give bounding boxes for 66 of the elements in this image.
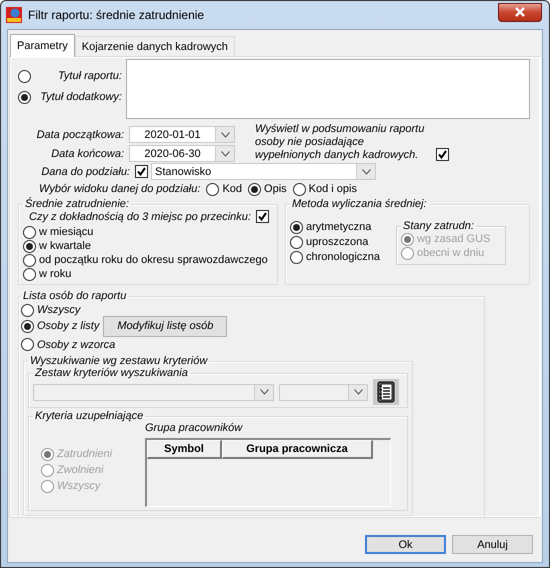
group-title: Metoda wyliczania średniej: (291, 198, 428, 210)
notepad-icon (377, 381, 395, 403)
checkbox[interactable] (135, 165, 148, 178)
radio-label[interactable]: Tytuł dodatkowy: (40, 90, 122, 104)
radio-label[interactable]: uproszczona (306, 235, 368, 249)
checkbox[interactable] (436, 148, 449, 161)
radio-label[interactable]: Kod i opis (308, 182, 357, 196)
caret-icon (220, 132, 230, 138)
field-label: Data końcowa: (50, 148, 124, 160)
radio-button[interactable] (206, 182, 220, 196)
radio-button[interactable] (23, 226, 36, 238)
modify-list-button[interactable]: Modyfikuj listę osób (103, 316, 228, 336)
radio-label[interactable]: Osoby z listy (37, 319, 100, 333)
date-field[interactable]: 2020-01-01 (129, 126, 235, 143)
close-button[interactable] (498, 2, 542, 22)
radio-label[interactable]: w kwartale (39, 239, 91, 253)
radio-button[interactable] (23, 268, 36, 280)
radio-label[interactable]: w miesiącu (39, 225, 94, 239)
summary-note: Wyświetl w podsumowaniu raportu osoby nie posiadające wypełnionych danych kadrowych. (255, 123, 426, 162)
radio-button[interactable] (23, 240, 36, 252)
split-dropdown[interactable]: Stanowisko (151, 163, 376, 180)
caret-icon (354, 389, 362, 395)
group-title: Wyszukiwanie wg zestawu kryteriów (29, 355, 209, 367)
radio-label[interactable]: Osoby z wzorca (37, 338, 116, 352)
radio-label[interactable]: Kod (222, 182, 242, 196)
radio-button[interactable] (290, 250, 303, 264)
tab[interactable]: Kojarzenie danych kadrowych (74, 36, 235, 56)
caret-icon (362, 168, 370, 174)
radio-label[interactable]: arytmetyczna (306, 220, 372, 234)
radio-button[interactable] (18, 90, 31, 104)
group-title: Kryteria uzupełniające (34, 410, 144, 422)
grid-title: Grupa pracowników (145, 422, 244, 434)
radio-label[interactable]: od początku roku do okresu sprawozdawczego (39, 253, 268, 267)
tab[interactable]: Parametry (10, 34, 75, 57)
field-label: Wybór widoku danej do podziału: (39, 183, 200, 195)
caret-icon (220, 150, 230, 156)
radio-label[interactable]: chronologiczna (306, 250, 380, 264)
close-icon (514, 7, 526, 17)
radio-button[interactable] (290, 220, 303, 234)
radio-label[interactable]: w roku (39, 267, 72, 281)
radio-label[interactable]: Tytuł raportu: (58, 69, 122, 83)
group-title: Średnie zatrudnienie: (24, 198, 130, 210)
dialog-button[interactable]: Anuluj (452, 535, 533, 554)
caret-icon (260, 389, 268, 395)
group-title: Zestaw kryteriów wyszukiwania (34, 367, 189, 379)
date-field[interactable]: 2020-06-30 (129, 145, 235, 162)
radio-button[interactable] (21, 338, 34, 351)
checkbox[interactable] (256, 210, 269, 223)
group-title: Lista osób do raportu (22, 290, 128, 302)
field-label: Data początkowa: (36, 128, 124, 140)
group-title: Stany zatrudn: (402, 220, 475, 232)
field-label: Czy z dokładnością do 3 miejsc po przecinku: (29, 210, 251, 222)
window-title: Filtr raportu: średnie zatrudnienie (28, 8, 206, 22)
radio-button[interactable] (18, 70, 31, 82)
radio-button[interactable] (290, 236, 303, 248)
radio-button[interactable] (21, 304, 34, 316)
radio-button[interactable] (23, 254, 36, 266)
title-field[interactable] (126, 59, 530, 119)
radio-button[interactable] (292, 182, 306, 196)
radio-button[interactable] (248, 182, 262, 196)
radio-button[interactable] (21, 320, 34, 332)
radio-label[interactable]: Wszyscy (37, 303, 80, 317)
radio-label[interactable]: Opis (264, 182, 287, 196)
dialog-button[interactable]: Ok (365, 535, 446, 554)
field-label: Dana do podziału: (40, 166, 130, 178)
app-icon (6, 7, 22, 23)
